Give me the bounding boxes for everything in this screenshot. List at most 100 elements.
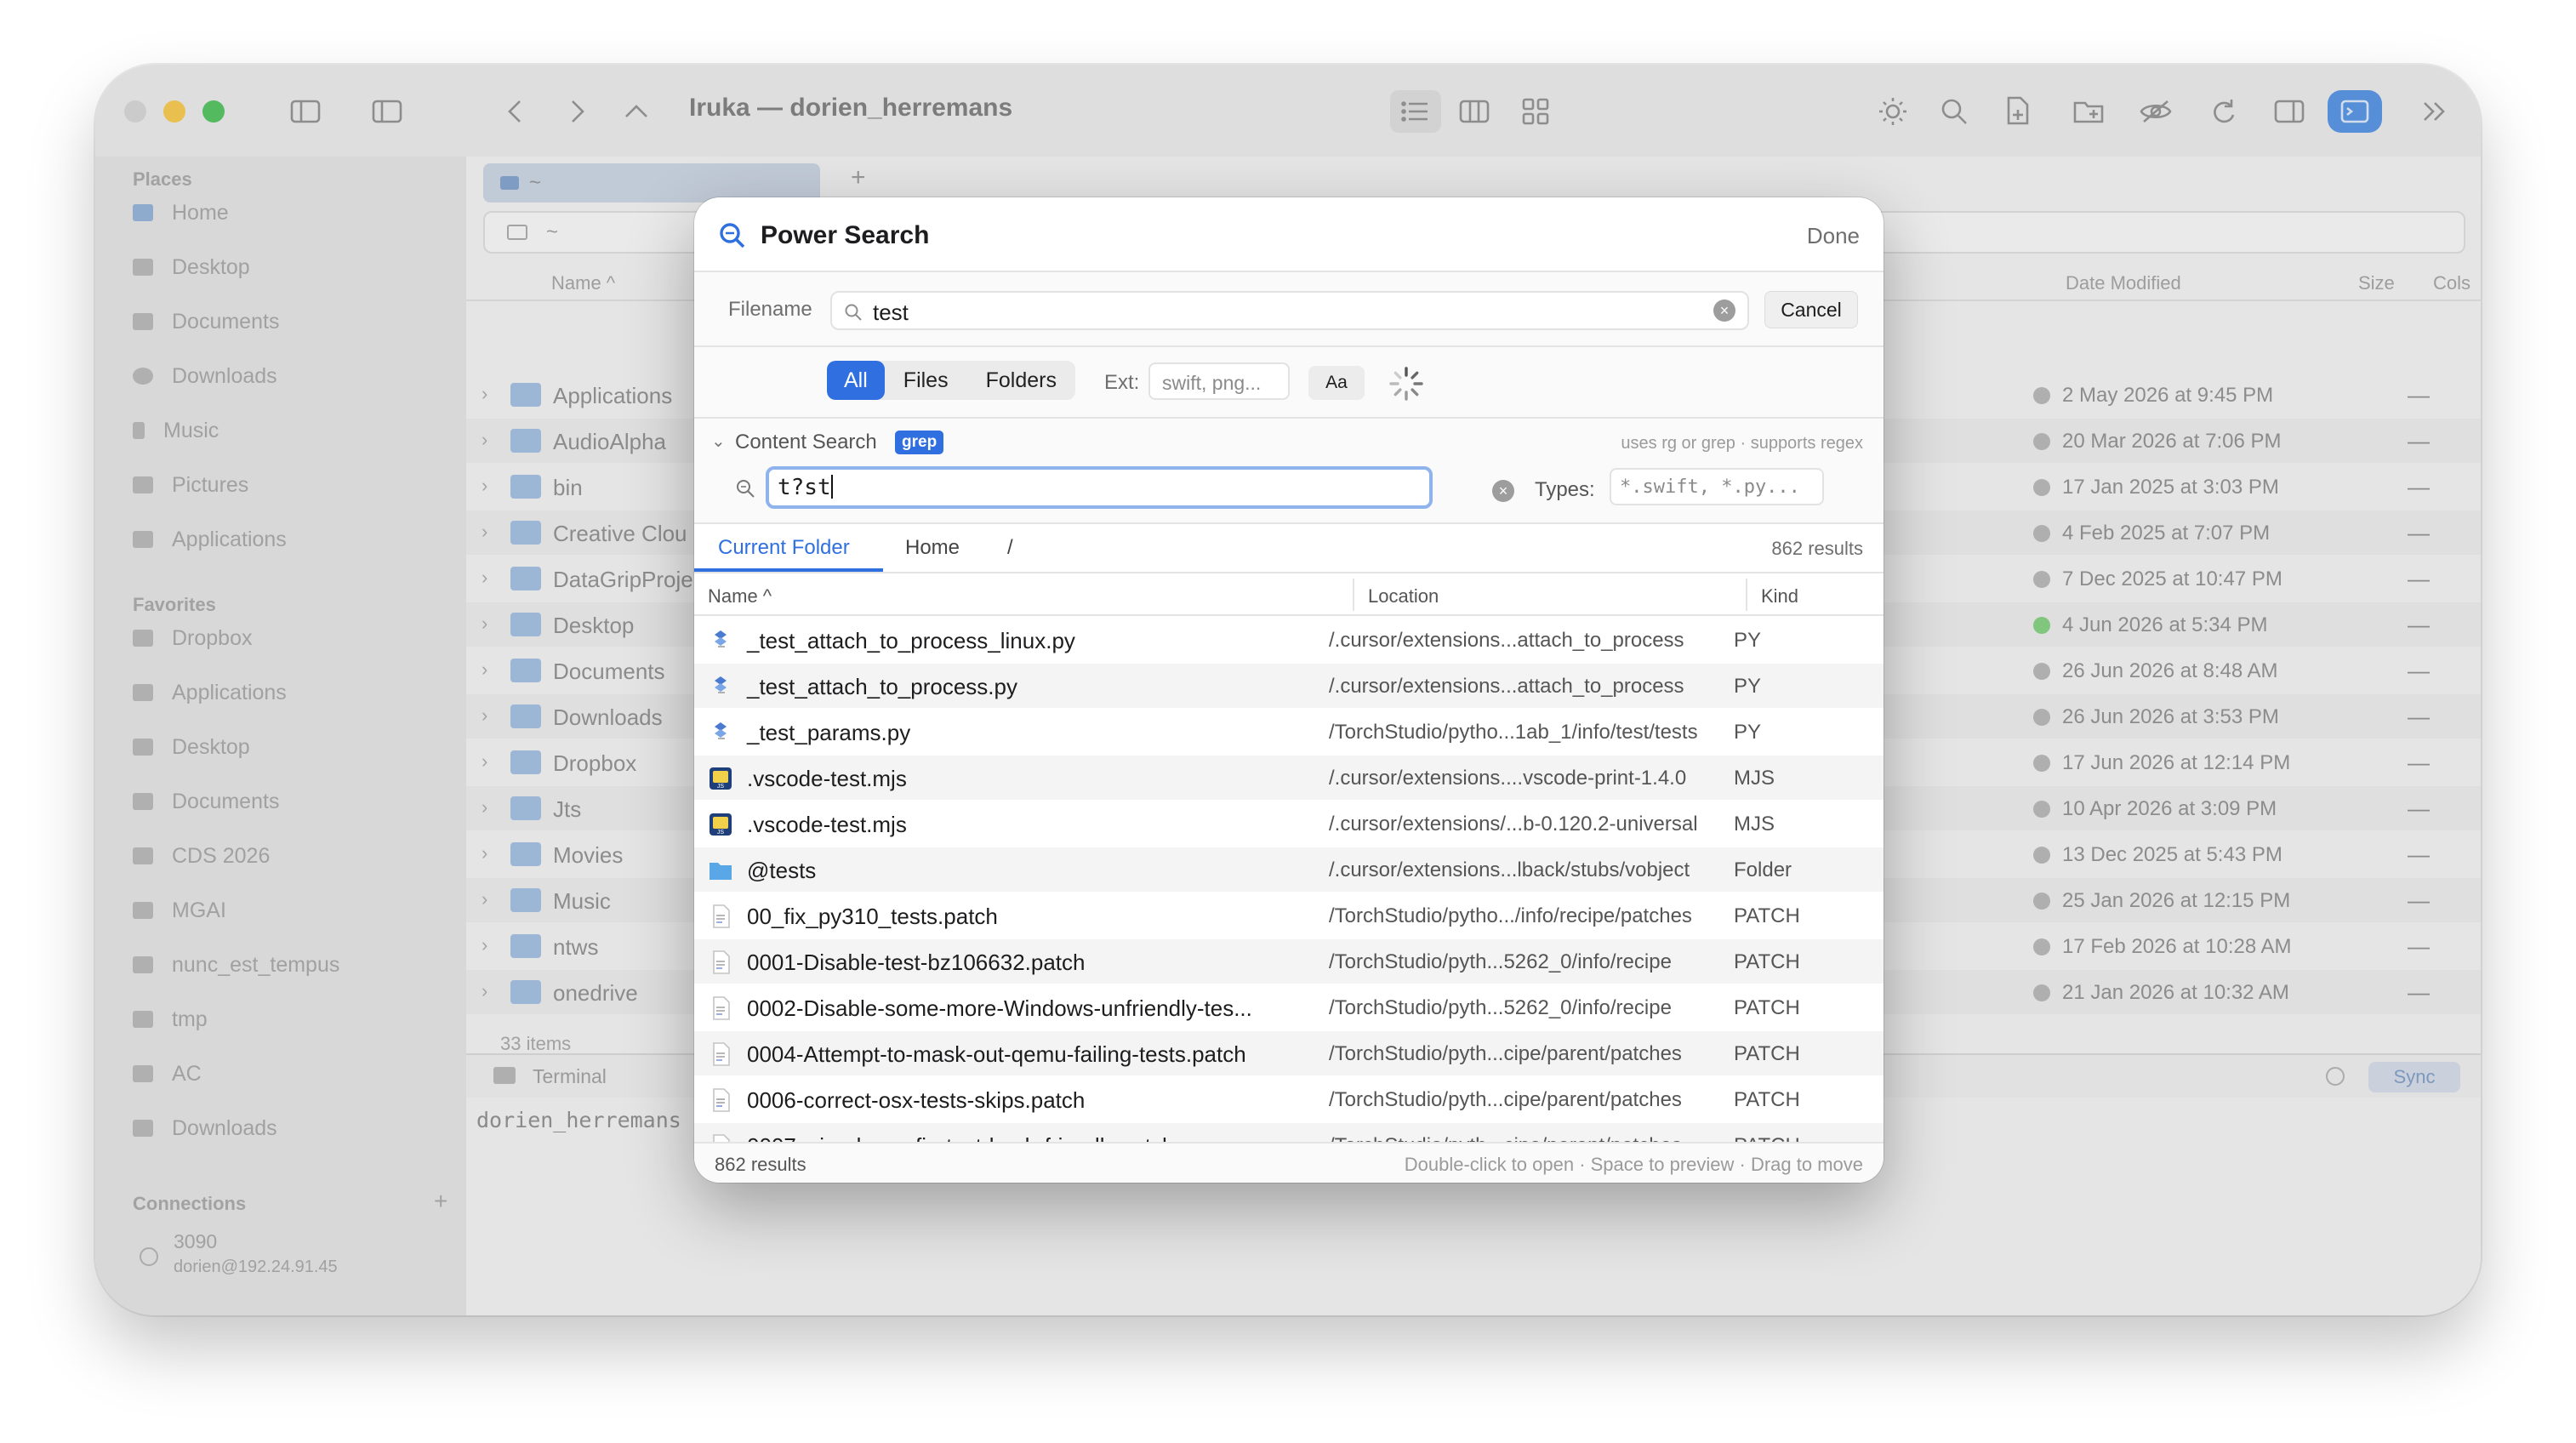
chevron-right-icon[interactable]: › [482, 888, 487, 910]
sidebar-item-home[interactable]: Home [133, 194, 456, 231]
favorite-item[interactable]: CDS 2026 [133, 837, 456, 875]
result-row[interactable]: JS .vscode-test.mjs /.cursor/extensions/..… [694, 801, 1884, 846]
clear-content-icon[interactable]: × [1492, 480, 1514, 502]
segment-files[interactable]: Files [885, 361, 967, 400]
favorite-item[interactable]: MGAI [133, 892, 456, 929]
name-column-header[interactable]: Name ^ [551, 272, 615, 294]
chevron-right-icon[interactable]: › [482, 842, 487, 864]
result-row[interactable]: JS .vscode-test.mjs /.cursor/extensions...… [694, 756, 1884, 800]
date-modified: 26 Jun 2026 at 3:53 PM [2062, 705, 2279, 728]
result-row[interactable]: 0004-Attempt-to-mask-out-qemu-failing-te… [694, 1031, 1884, 1075]
result-row[interactable]: _test_attach_to_process.py /.cursor/exten… [694, 664, 1884, 708]
connection-item[interactable]: 3090 dorien@192.24.91.45 [140, 1230, 446, 1290]
selected-tab-indicator [694, 568, 883, 572]
folder-icon [510, 934, 541, 958]
favorite-item[interactable]: tmp [133, 1001, 456, 1038]
clear-filename-icon[interactable]: × [1713, 299, 1735, 322]
result-row[interactable]: @tests /.cursor/extensions...lback/stubs/… [694, 847, 1884, 892]
favorite-item[interactable]: Documents [133, 783, 456, 820]
sidebar-item-downloads[interactable]: Downloads [133, 357, 456, 395]
content-search-input[interactable]: t?st [766, 466, 1433, 509]
tab-root[interactable]: / [1007, 536, 1013, 560]
result-row[interactable]: _test_attach_to_process_linux.py /.cursor… [694, 618, 1884, 662]
result-location: /TorchStudio/pytho.../info/recipe/patche… [1329, 904, 1692, 927]
chevron-right-icon[interactable]: › [482, 613, 487, 635]
cancel-button[interactable]: Cancel [1764, 291, 1858, 328]
favorite-item[interactable]: Applications [133, 674, 456, 711]
zoom-window-button[interactable] [202, 100, 225, 123]
favorite-item[interactable]: Dropbox [133, 619, 456, 657]
tab-current-folder[interactable]: Current Folder [718, 536, 850, 560]
favorite-item[interactable]: AC [133, 1055, 456, 1092]
minimize-window-button[interactable] [163, 100, 185, 123]
chevron-down-icon[interactable]: ⌄ [711, 431, 726, 452]
sidebar-toggle-icon[interactable] [284, 90, 327, 133]
location-column-header[interactable]: Location [1368, 585, 1439, 607]
new-file-icon[interactable] [1996, 90, 2038, 133]
favorite-item[interactable]: Downloads [133, 1109, 456, 1147]
new-tab-button[interactable]: + [851, 163, 866, 192]
list-view-icon[interactable] [1390, 90, 1441, 133]
terminal-toggle-icon[interactable] [2328, 90, 2382, 133]
sync-button[interactable]: Sync [2368, 1062, 2460, 1092]
preview-pane-icon[interactable] [2268, 90, 2311, 133]
result-row[interactable]: 00_fix_py310_tests.patch/TorchStudio/pyt… [694, 893, 1884, 938]
sidebar-item-desktop[interactable]: Desktop [133, 248, 456, 286]
search-icon[interactable] [1933, 90, 1975, 133]
loading-spinner-icon [1389, 367, 1423, 401]
sidebar-item-pictures[interactable]: Pictures [133, 466, 456, 504]
chevron-right-icon[interactable]: › [482, 521, 487, 543]
chevron-right-icon[interactable]: › [482, 567, 487, 589]
more-tools-icon[interactable] [2416, 90, 2453, 133]
result-row[interactable]: 0001-Disable-test-bz106632.patch/TorchSt… [694, 939, 1884, 984]
tab-home[interactable]: Home [905, 536, 960, 560]
chevron-right-icon[interactable]: › [482, 750, 487, 773]
kind-column-header[interactable]: Kind [1761, 585, 1798, 607]
column-view-icon[interactable] [1453, 90, 1496, 133]
result-row[interactable]: _test_params.py/TorchStudio/pytho...1ab_… [694, 710, 1884, 754]
add-connection-button[interactable]: + [434, 1188, 447, 1215]
segment-all[interactable]: All [827, 361, 885, 400]
extension-input[interactable]: swift, png... [1148, 362, 1290, 400]
sidebar-item-applications[interactable]: Applications [133, 521, 456, 558]
case-sensitive-toggle[interactable]: Aa [1308, 366, 1365, 400]
hidden-files-icon[interactable] [2132, 90, 2180, 133]
chevron-right-icon[interactable]: › [482, 659, 487, 681]
chevron-right-icon[interactable]: › [482, 934, 487, 956]
date-column-header[interactable]: Date Modified [2066, 272, 2181, 294]
content-search-label[interactable]: Content Search [735, 431, 877, 454]
chevron-right-icon[interactable]: › [482, 429, 487, 451]
done-button[interactable]: Done [1807, 223, 1860, 249]
cols-button[interactable]: Cols [2433, 272, 2471, 294]
filename-search-input[interactable]: test × [830, 291, 1749, 330]
new-folder-icon[interactable] [2066, 90, 2112, 133]
chevron-right-icon[interactable]: › [482, 704, 487, 727]
favorite-item[interactable]: Desktop [133, 728, 456, 766]
result-name: .vscode-test.mjs [747, 766, 907, 791]
inspector-toggle-icon[interactable] [366, 90, 408, 133]
chevron-right-icon[interactable]: › [482, 980, 487, 1002]
chevron-right-icon[interactable]: › [482, 475, 487, 497]
result-name: _test_attach_to_process_linux.py [747, 628, 1075, 653]
segment-folders[interactable]: Folders [967, 361, 1075, 400]
types-input[interactable]: *.swift, *.py... [1610, 468, 1824, 505]
terminal-settings-icon[interactable] [2326, 1067, 2345, 1086]
column-divider[interactable] [1353, 579, 1354, 611]
refresh-icon[interactable] [2202, 90, 2244, 133]
chevron-right-icon[interactable]: › [482, 796, 487, 818]
forward-icon[interactable] [558, 90, 596, 133]
chevron-right-icon[interactable]: › [482, 383, 487, 405]
name-column-header[interactable]: Name ^ [708, 585, 772, 607]
sidebar-item-documents[interactable]: Documents [133, 303, 456, 340]
result-row[interactable]: 0002-Disable-some-more-Windows-unfriendl… [694, 985, 1884, 1029]
parent-folder-icon[interactable] [618, 90, 655, 133]
result-row[interactable]: 0006-correct-osx-tests-skips.patch/Torch… [694, 1077, 1884, 1121]
grid-view-icon[interactable] [1514, 90, 1557, 133]
sidebar-item-music[interactable]: Music [133, 412, 456, 449]
size-column-header[interactable]: Size [2358, 272, 2395, 294]
close-window-button[interactable] [124, 100, 146, 123]
favorite-item[interactable]: nunc_est_tempus [133, 946, 456, 984]
column-divider[interactable] [1746, 579, 1747, 611]
back-icon[interactable] [497, 90, 534, 133]
brightness-icon[interactable] [1872, 90, 1914, 133]
